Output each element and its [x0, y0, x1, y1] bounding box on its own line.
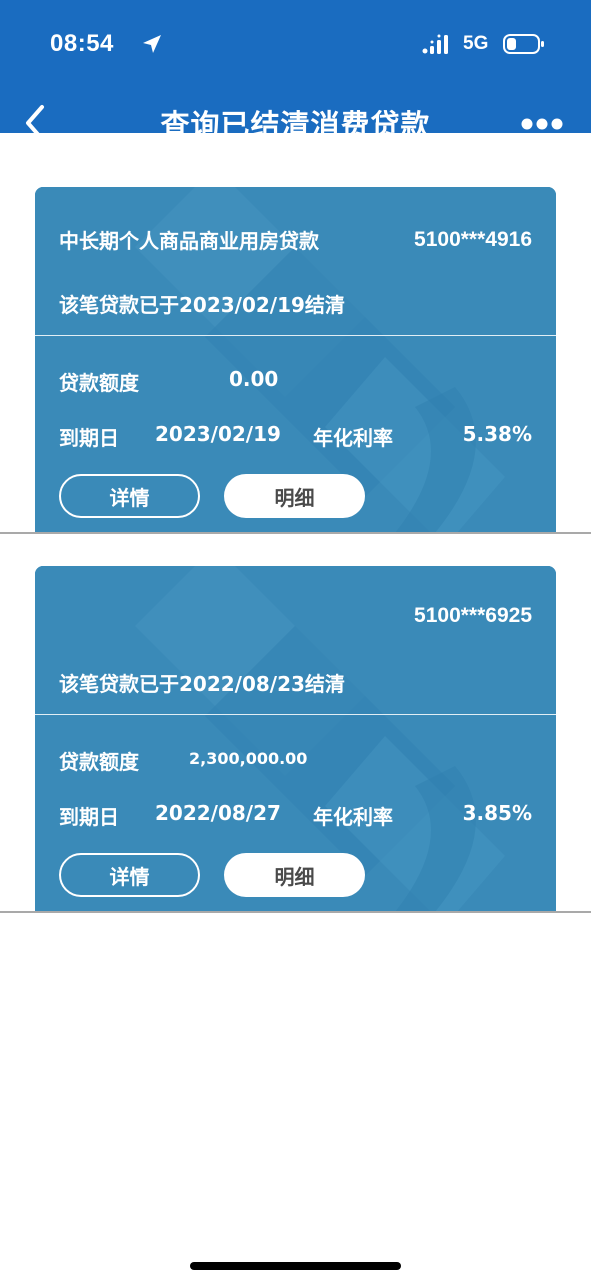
statement-button[interactable]: 明细 [224, 853, 365, 897]
card-separator [0, 532, 591, 534]
statement-button[interactable]: 明细 [224, 474, 365, 518]
card-separator [0, 911, 591, 913]
signal-icon [422, 34, 448, 54]
divider [35, 714, 556, 715]
due-date-label: 到期日 [59, 805, 119, 829]
divider [35, 335, 556, 336]
loan-card: 中长期个人商品商业用房贷款 5100***4916 该笔贷款已于2023/02/… [35, 187, 556, 533]
due-date-value: 2023/02/19 [155, 422, 281, 446]
amount-label: 贷款额度 [59, 371, 139, 395]
rate-label: 年化利率 [313, 426, 393, 450]
loan-card: 5100***6925 该笔贷款已于2022/08/23结清 贷款额度 2,30… [35, 566, 556, 912]
more-icon[interactable] [520, 117, 564, 131]
status-bar: 08:54 5G [0, 0, 591, 80]
app-header: 08:54 5G 查询已结清消费贷款 [0, 0, 591, 133]
settled-status: 该笔贷款已于2023/02/19结清 [59, 293, 345, 317]
product-name: 中长期个人商品商业用房贷款 [59, 229, 319, 253]
amount-value: 0.00 [229, 367, 279, 391]
detail-button[interactable]: 详情 [59, 853, 200, 897]
status-time: 08:54 [50, 30, 114, 57]
rate-label: 年化利率 [313, 805, 393, 829]
account-number: 5100***4916 [414, 227, 532, 251]
battery-icon [503, 34, 544, 54]
nav-bar: 查询已结清消费贷款 [0, 95, 591, 133]
location-arrow-icon [143, 35, 161, 53]
account-number: 5100***6925 [414, 604, 532, 627]
detail-button[interactable]: 详情 [59, 474, 200, 518]
page-title: 查询已结清消费贷款 [160, 108, 431, 133]
due-date-value: 2022/08/27 [155, 801, 281, 825]
network-type: 5G [463, 33, 489, 54]
settled-status: 该笔贷款已于2022/08/23结清 [59, 672, 345, 696]
rate-value: 3.85% [462, 801, 532, 825]
amount-value: 2,300,000.00 [189, 749, 308, 768]
due-date-label: 到期日 [59, 426, 119, 450]
rate-value: 5.38% [462, 422, 532, 446]
home-indicator[interactable] [190, 1262, 401, 1270]
amount-label: 贷款额度 [59, 750, 139, 774]
